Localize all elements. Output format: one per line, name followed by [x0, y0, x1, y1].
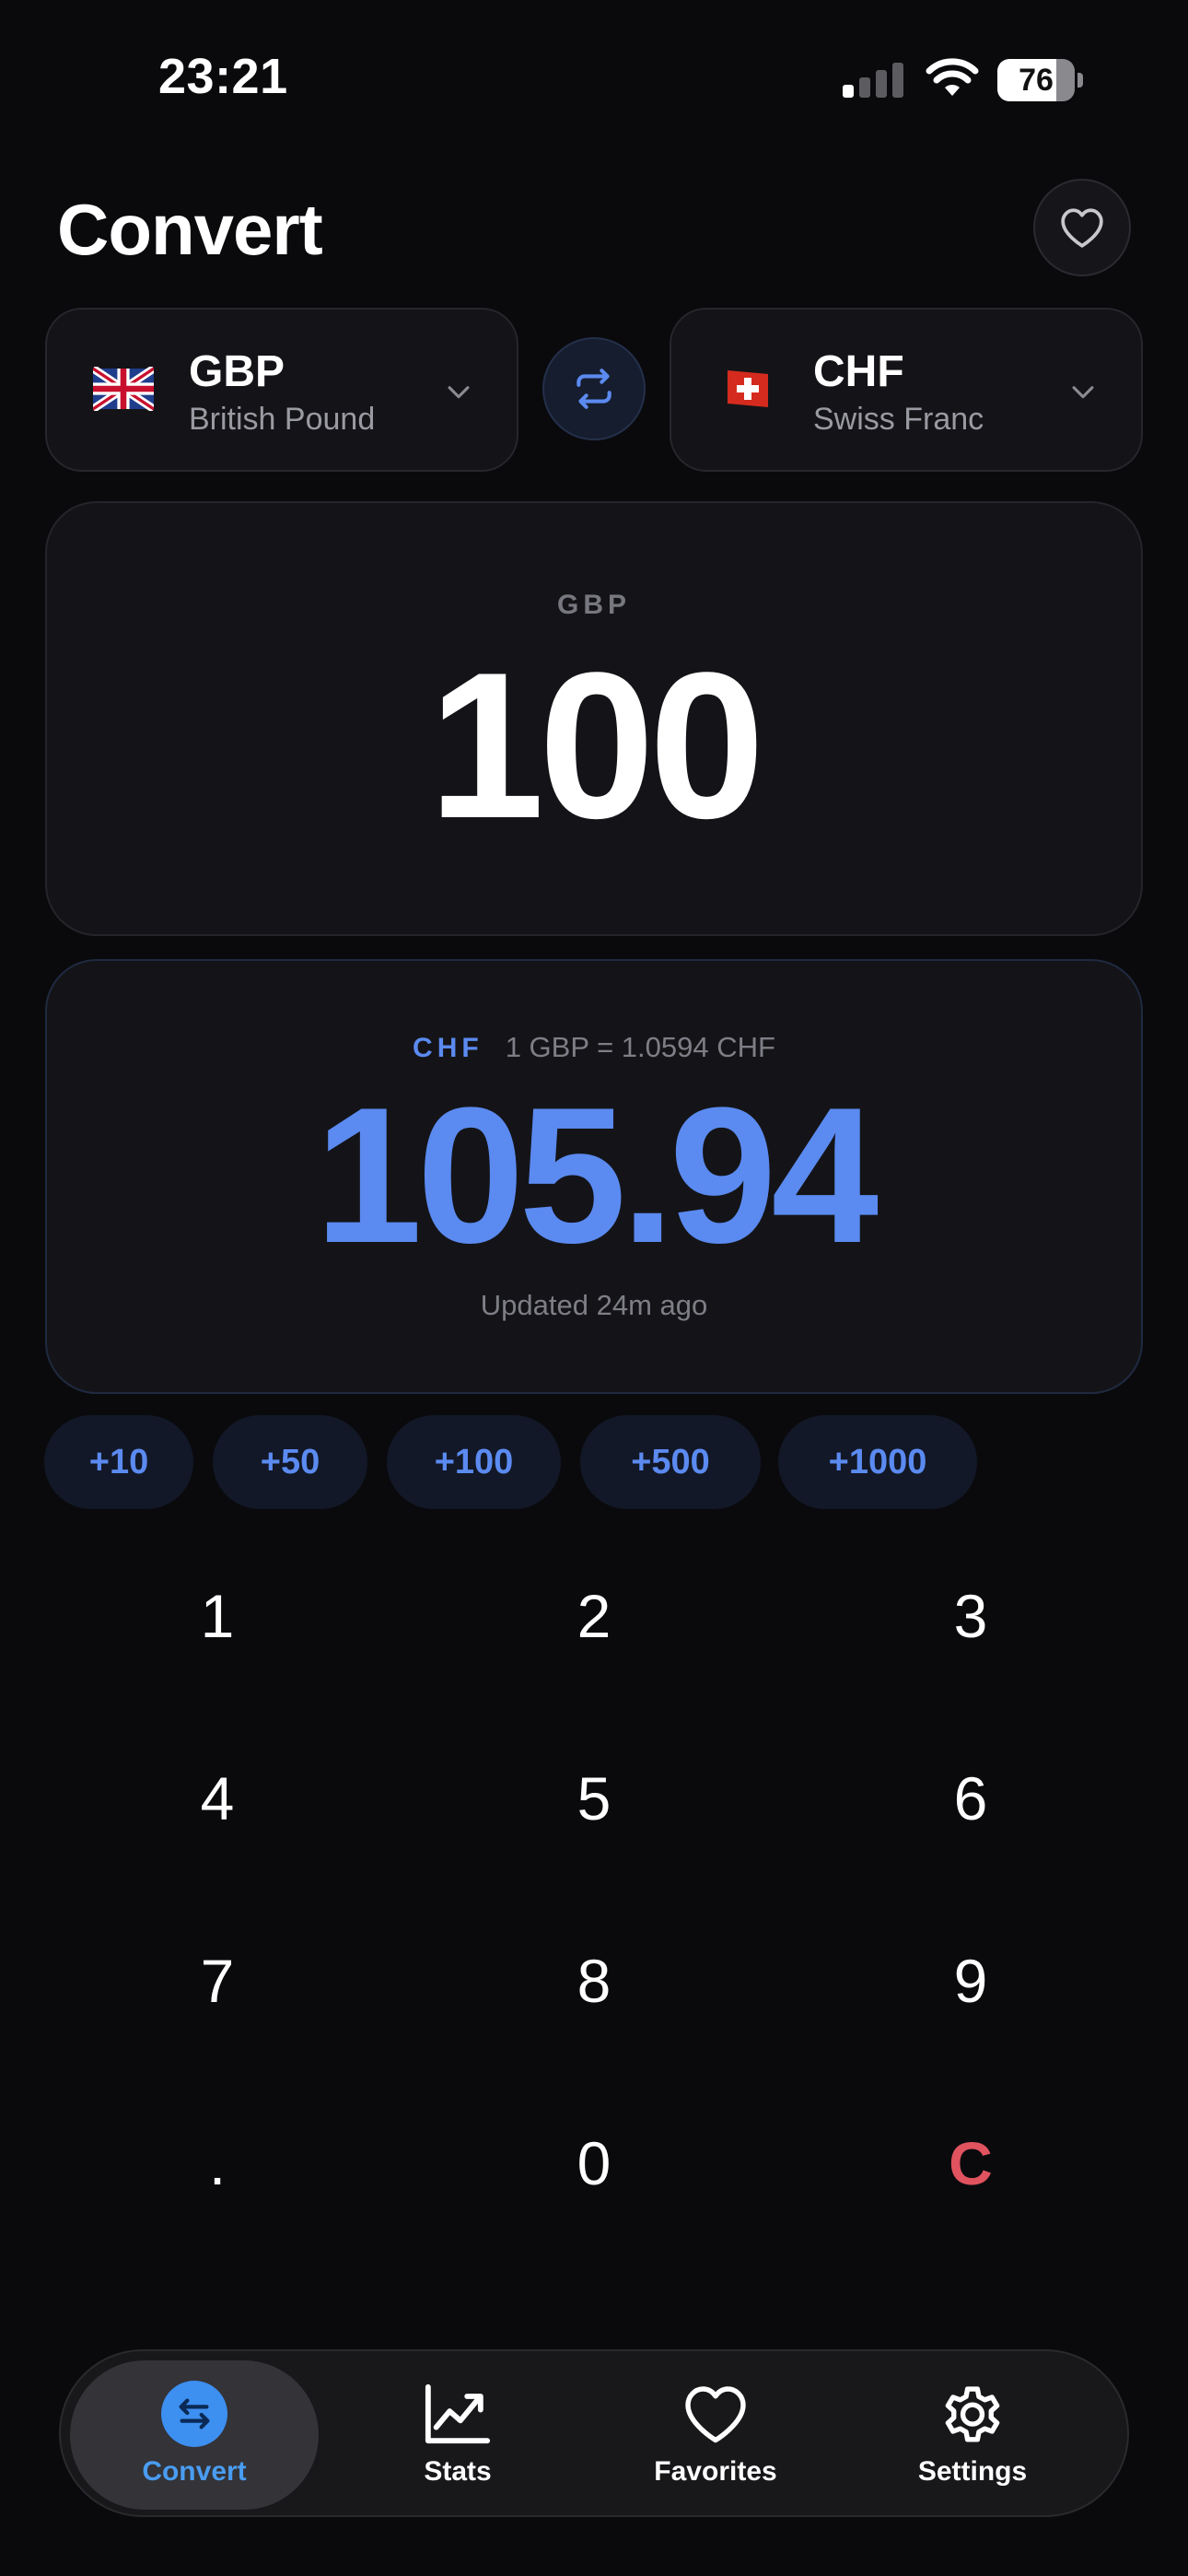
quick-add-10-button[interactable]: +10	[44, 1415, 193, 1509]
chevron-down-icon	[448, 386, 470, 399]
key-9[interactable]: 9	[879, 1907, 1063, 2055]
tab-bar: Convert Stats Favorites Settings	[59, 2349, 1129, 2517]
key-0[interactable]: 0	[502, 2090, 686, 2237]
convert-icon	[161, 2381, 227, 2447]
input-amount: 100	[428, 628, 764, 861]
from-currency-code: GBP	[189, 347, 285, 396]
uk-flag-icon	[93, 367, 154, 411]
tab-settings[interactable]: Settings	[848, 2360, 1097, 2510]
chevron-down-icon	[1072, 386, 1094, 399]
key-8[interactable]: 8	[502, 1907, 686, 2055]
heart-icon	[681, 2379, 751, 2449]
key-3[interactable]: 3	[879, 1542, 1063, 1690]
swap-currencies-button[interactable]	[542, 337, 646, 440]
key-6[interactable]: 6	[879, 1725, 1063, 1872]
battery-icon: 76	[997, 59, 1083, 101]
to-currency-selector[interactable]: CHF Swiss Franc	[670, 308, 1143, 472]
quick-add-500-button[interactable]: +500	[580, 1415, 761, 1509]
chart-icon	[423, 2379, 493, 2449]
exchange-rate: 1 GBP = 1.0594 CHF	[505, 1031, 775, 1063]
key-decimal[interactable]: .	[125, 2090, 309, 2237]
key-4[interactable]: 4	[125, 1725, 309, 1872]
key-1[interactable]: 1	[125, 1542, 309, 1690]
cellular-signal-icon	[843, 61, 905, 98]
tab-favorites[interactable]: Favorites	[591, 2360, 840, 2510]
to-currency-code: CHF	[813, 347, 904, 396]
tab-favorites-label: Favorites	[654, 2456, 777, 2487]
from-currency-name: British Pound	[189, 402, 376, 437]
status-time: 23:21	[158, 49, 288, 104]
result-amount-card: CHF 1 GBP = 1.0594 CHF 105.94 Updated 24m…	[45, 959, 1143, 1394]
gear-icon	[938, 2379, 1007, 2449]
add-favorite-button[interactable]	[1033, 179, 1131, 276]
tab-settings-label: Settings	[917, 2456, 1028, 2487]
swap-arrows-icon	[577, 369, 611, 409]
key-5[interactable]: 5	[502, 1725, 686, 1872]
quick-add-50-button[interactable]: +50	[213, 1415, 367, 1509]
key-clear[interactable]: C	[879, 2090, 1063, 2237]
page-title: Convert	[57, 189, 323, 270]
result-currency-label: CHF	[413, 1033, 483, 1063]
tab-stats[interactable]: Stats	[333, 2360, 582, 2510]
key-7[interactable]: 7	[125, 1907, 309, 2055]
tab-stats-label: Stats	[424, 2456, 492, 2487]
input-amount-card[interactable]: GBP 100	[45, 501, 1143, 936]
input-currency-label: GBP	[556, 590, 631, 620]
quick-add-1000-button[interactable]: +1000	[778, 1415, 977, 1509]
to-currency-name: Swiss Franc	[813, 402, 984, 437]
swiss-flag-icon	[728, 370, 768, 407]
updated-timestamp: Updated 24m ago	[480, 1289, 708, 1321]
result-header: CHF 1 GBP = 1.0594 CHF	[47, 1031, 1141, 1064]
quick-add-100-button[interactable]: +100	[387, 1415, 561, 1509]
from-currency-selector[interactable]: GBP British Pound	[45, 308, 518, 472]
heart-outline-icon	[1061, 208, 1103, 248]
tab-convert-label: Convert	[142, 2456, 247, 2487]
key-2[interactable]: 2	[502, 1542, 686, 1690]
battery-percent: 76	[1019, 63, 1054, 98]
tab-convert[interactable]: Convert	[70, 2360, 319, 2510]
result-amount: 105.94	[314, 1067, 879, 1283]
wifi-icon	[926, 57, 979, 100]
